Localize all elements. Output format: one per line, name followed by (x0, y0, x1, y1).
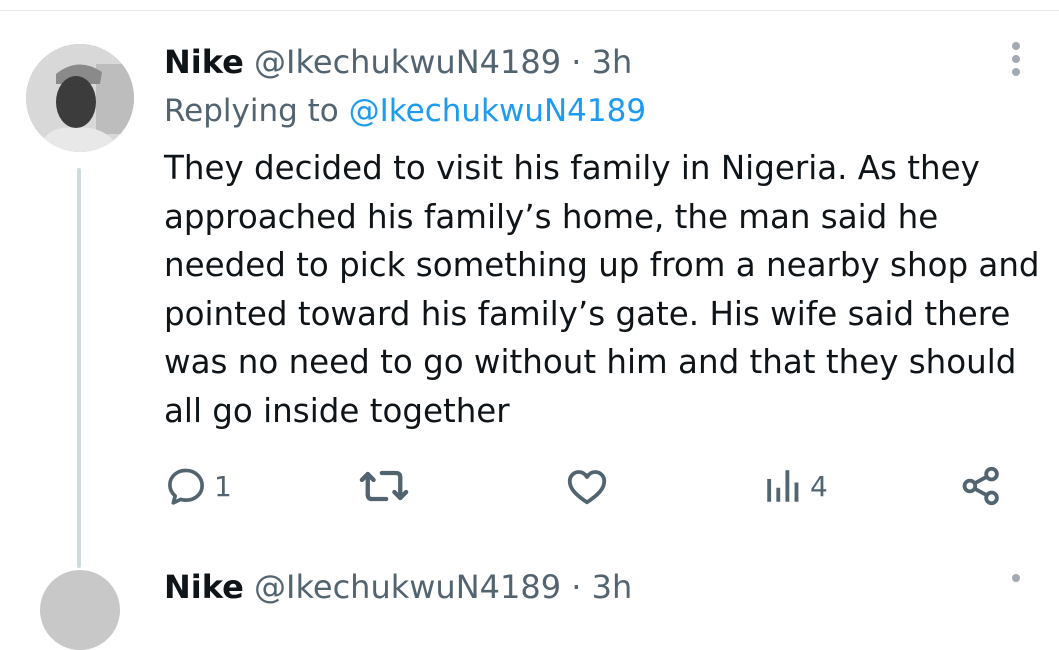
views-button[interactable]: 4 (762, 458, 828, 514)
replying-to-mention[interactable]: @IkechukwuN4189 (349, 93, 646, 129)
like-icon (567, 470, 607, 505)
next-author-name[interactable]: Nike (164, 568, 244, 606)
tweet-text-line: needed to pick something up from a nearb… (164, 246, 1040, 284)
reply-button[interactable]: 1 (164, 458, 232, 514)
share-icon (962, 466, 999, 506)
avatar[interactable] (26, 44, 134, 152)
avatar-image (26, 44, 134, 152)
tweet-text-line: They decided to visit his family in Nige… (164, 149, 980, 187)
timestamp[interactable]: 3h (592, 43, 633, 81)
more-options-button[interactable] (1000, 42, 1034, 76)
author-handle[interactable]: @IkechukwuN4189 (254, 43, 561, 81)
tweet-text-line: all go inside together (164, 391, 510, 430)
retweet-icon (359, 470, 409, 502)
next-tweet-header: Nike @IkechukwuN4189 · 3h (164, 565, 632, 609)
tweet-actions: 1 4 (160, 458, 1040, 514)
tweet-header: Nike @IkechukwuN4189 · 3h (164, 40, 632, 84)
next-author-handle[interactable]: @IkechukwuN4189 (254, 568, 561, 606)
tweet-text: They decided to visit his family in Nige… (164, 144, 1044, 435)
top-divider (0, 10, 1059, 11)
tweet-text-line: pointed toward his family’s gate. His wi… (164, 294, 1011, 333)
reply-count: 1 (214, 469, 232, 503)
author-name[interactable]: Nike (164, 43, 244, 81)
next-tweet-avatar[interactable] (40, 570, 120, 650)
thread-line (77, 168, 81, 568)
share-button[interactable] (958, 458, 1004, 514)
replying-prefix: Replying to (164, 93, 339, 129)
next-timestamp[interactable]: 3h (592, 568, 633, 606)
tweet-text-line: was no need to go without him and that t… (164, 343, 1017, 381)
views-count: 4 (810, 469, 828, 503)
reply-icon (168, 468, 204, 505)
views-icon (767, 470, 799, 502)
next-separator-dot: · (571, 568, 582, 606)
separator-dot: · (571, 43, 582, 81)
retweet-button[interactable] (358, 458, 410, 514)
tweet-text-line: approached his family’s home, the man sa… (164, 197, 939, 236)
replying-to: Replying to @IkechukwuN4189 (164, 92, 646, 130)
like-button[interactable] (564, 458, 610, 514)
